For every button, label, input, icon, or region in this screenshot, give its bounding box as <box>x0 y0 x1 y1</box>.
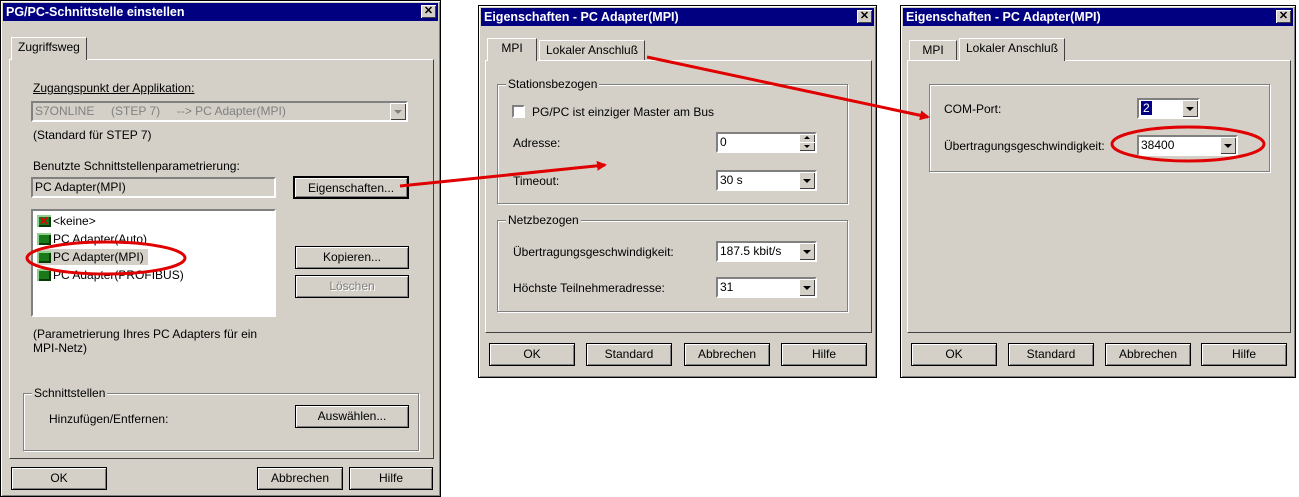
tab-local-connection[interactable]: Lokaler Anschluß <box>539 40 646 60</box>
highest-address-select[interactable]: 31 <box>716 277 817 298</box>
master-checkbox[interactable] <box>512 105 525 118</box>
chevron-down-icon[interactable] <box>799 243 815 260</box>
speed-select[interactable]: 38400 <box>1137 135 1238 156</box>
help-button[interactable]: Hilfe <box>781 343 867 366</box>
network-adapter-icon <box>37 269 51 281</box>
chevron-down-icon[interactable] <box>390 103 406 120</box>
speed-label: Übertragungsgeschwindigkeit: <box>944 139 1105 153</box>
chevron-down-icon[interactable] <box>1182 100 1198 117</box>
close-icon[interactable]: ✕ <box>1276 10 1291 23</box>
title-bar[interactable]: Eigenschaften - PC Adapter(MPI) ✕ <box>903 8 1293 26</box>
list-item[interactable]: PC Adapter(PROFIBUS) <box>37 267 184 283</box>
tab-mpi[interactable]: MPI <box>487 38 537 61</box>
ok-button[interactable]: OK <box>911 343 997 366</box>
window-title: Eigenschaften - PC Adapter(MPI) <box>484 10 679 24</box>
window-properties-local: Eigenschaften - PC Adapter(MPI) ✕ MPI Lo… <box>900 5 1296 378</box>
list-item-selected[interactable]: PC Adapter(MPI) <box>37 249 148 265</box>
window-title: Eigenschaften - PC Adapter(MPI) <box>906 10 1101 24</box>
network-adapter-icon <box>37 213 51 229</box>
address-label: Adresse: <box>513 136 561 150</box>
com-port-select[interactable]: 2 <box>1137 98 1200 119</box>
spin-down-icon[interactable] <box>799 142 815 151</box>
ok-button[interactable]: OK <box>11 467 107 490</box>
delete-button[interactable]: Löschen <box>295 275 409 298</box>
add-remove-label: Hinzufügen/Entfernen: <box>49 412 169 426</box>
standard-button[interactable]: Standard <box>1008 343 1094 366</box>
timeout-label: Timeout: <box>513 174 560 188</box>
access-point-select[interactable]: S7ONLINE (STEP 7) --> PC Adapter(MPI) <box>31 101 408 122</box>
help-button[interactable]: Hilfe <box>349 467 433 490</box>
group-title: Netzbezogen <box>506 213 581 227</box>
address-spinbox[interactable]: 0 <box>716 132 817 153</box>
network-adapter-icon <box>37 251 51 263</box>
cancel-button[interactable]: Abbrechen <box>684 343 770 366</box>
description-text: (Parametrierung Ihres PC Adapters für ei… <box>33 327 258 355</box>
cancel-button[interactable]: Abbrechen <box>257 467 343 490</box>
speed-select[interactable]: 187.5 kbit/s <box>716 241 817 262</box>
master-checkbox-label: PG/PC ist einziger Master am Bus <box>532 105 715 119</box>
timeout-select[interactable]: 30 s <box>716 170 817 191</box>
network-group: Netzbezogen <box>497 213 848 312</box>
speed-label: Übertragungsgeschwindigkeit: <box>513 245 674 259</box>
close-icon[interactable]: ✕ <box>421 5 436 18</box>
highest-address-label: Höchste Teilnehmeradresse: <box>513 281 665 295</box>
ok-button[interactable]: OK <box>489 343 575 366</box>
window-properties-mpi: Eigenschaften - PC Adapter(MPI) ✕ MPI Lo… <box>478 5 877 378</box>
interface-list[interactable]: <keine> PC Adapter(Auto) PC Adapter(MPI)… <box>31 209 276 317</box>
chevron-down-icon[interactable] <box>799 172 815 189</box>
tab-local-connection[interactable]: Lokaler Anschluß <box>959 38 1066 61</box>
list-item[interactable]: PC Adapter(Auto) <box>37 231 147 247</box>
properties-button[interactable]: Eigenschaften... <box>293 176 409 199</box>
window-title: PG/PC-Schnittstelle einstellen <box>6 5 185 19</box>
standard-note: (Standard für STEP 7) <box>33 128 152 142</box>
group-title: Schnittstellen <box>32 386 108 400</box>
network-adapter-icon <box>37 233 51 245</box>
window-pg-pc-interface: PG/PC-Schnittstelle einstellen ✕ Zugriff… <box>0 0 441 497</box>
chevron-down-icon[interactable] <box>1220 137 1236 154</box>
close-icon[interactable]: ✕ <box>857 10 872 23</box>
tab-access-path[interactable]: Zugriffsweg <box>11 37 87 60</box>
param-value-field: PC Adapter(MPI) <box>31 177 276 198</box>
param-label: Benutzte Schnittstellenparametrierung: <box>33 159 240 173</box>
tab-mpi[interactable]: MPI <box>909 40 957 60</box>
local-connection-group <box>929 84 1270 172</box>
list-item[interactable]: <keine> <box>37 213 96 229</box>
group-title: Stationsbezogen <box>506 77 600 91</box>
select-button[interactable]: Auswählen... <box>295 405 409 428</box>
com-port-label: COM-Port: <box>944 102 1002 116</box>
cancel-button[interactable]: Abbrechen <box>1105 343 1191 366</box>
copy-button[interactable]: Kopieren... <box>295 246 409 269</box>
title-bar[interactable]: PG/PC-Schnittstelle einstellen ✕ <box>3 3 438 21</box>
title-bar[interactable]: Eigenschaften - PC Adapter(MPI) ✕ <box>481 8 874 26</box>
access-point-label: Zugangspunkt der Applikation: <box>33 81 195 95</box>
standard-button[interactable]: Standard <box>586 343 672 366</box>
help-button[interactable]: Hilfe <box>1201 343 1287 366</box>
chevron-down-icon[interactable] <box>799 279 815 296</box>
